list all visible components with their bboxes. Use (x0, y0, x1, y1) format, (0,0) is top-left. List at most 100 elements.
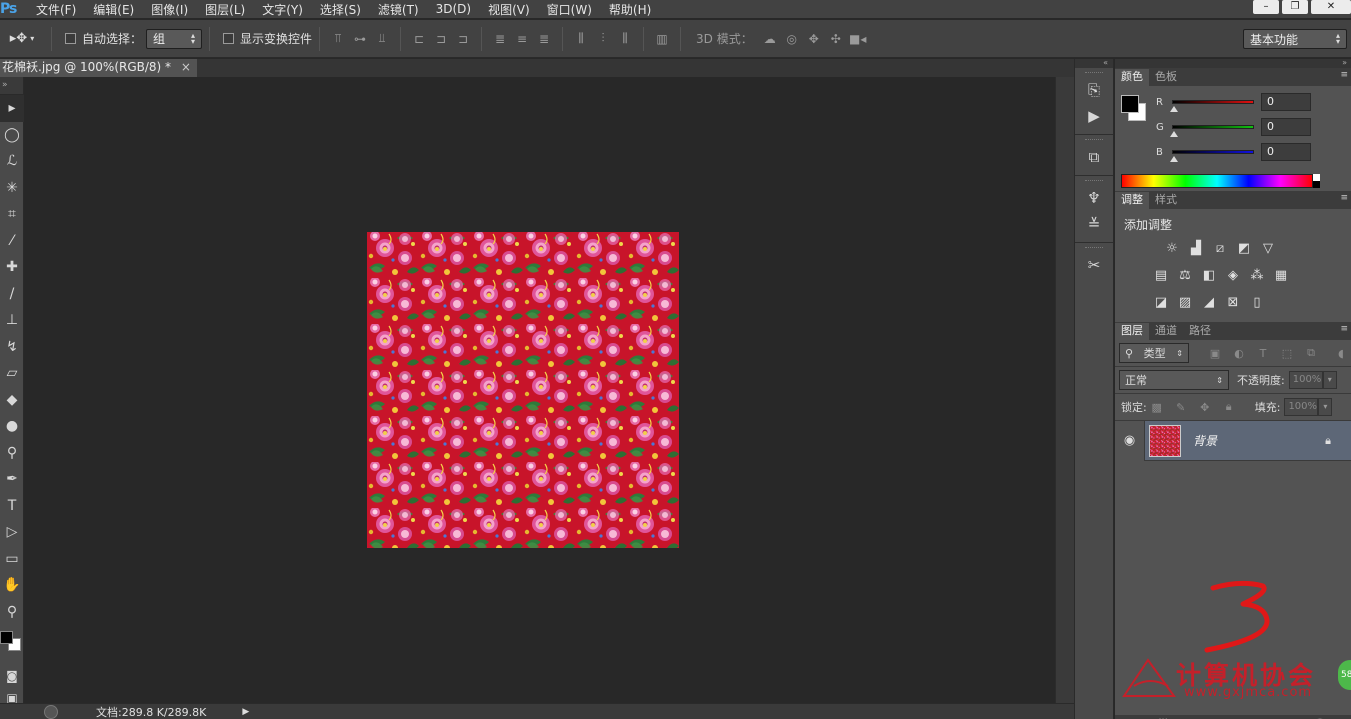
blur-tool-icon[interactable]: ● (0, 413, 24, 440)
menu-3d[interactable]: 3D(D) (436, 2, 471, 16)
brightness-icon[interactable]: ☼ (1163, 240, 1181, 256)
document-image[interactable] (367, 232, 679, 548)
lock-pixels-icon[interactable]: ✎ (1173, 399, 1189, 415)
filter-adjustment-icon[interactable]: ◐ (1231, 345, 1247, 361)
workspace-dropdown[interactable]: 基本功能 ▴ ▾ (1243, 29, 1347, 49)
tab-paths[interactable]: 路径 (1183, 323, 1217, 340)
foreground-color-swatch[interactable] (1121, 95, 1139, 113)
tab-color[interactable]: 颜色 (1115, 69, 1149, 86)
brush-panel-icon[interactable]: ≚ (1075, 211, 1113, 237)
collapse-toolbar-icon[interactable]: » (0, 77, 23, 95)
show-transform-checkbox[interactable] (223, 33, 235, 44)
opacity-dropdown-icon[interactable]: ▾ (1322, 371, 1337, 389)
orbit-3d-icon[interactable]: ☁ (760, 29, 780, 49)
lasso-tool-icon[interactable]: ℒ (0, 148, 24, 175)
menu-window[interactable]: 窗口(W) (547, 1, 592, 18)
dodge-tool-icon[interactable]: ⚲ (0, 440, 24, 467)
hand-tool-icon[interactable]: ✋ (0, 572, 24, 599)
marquee-tool-icon[interactable]: ◯ (0, 122, 24, 149)
crop-tool-icon[interactable]: ⌗ (0, 201, 24, 228)
collapse-dock-icon[interactable]: « (1075, 59, 1113, 68)
tool-presets-icon[interactable]: ✂ (1075, 252, 1113, 278)
actions-panel-icon[interactable]: ▶ (1075, 103, 1113, 129)
color-lookup-icon[interactable]: ▦ (1272, 267, 1290, 283)
tool-preset-picker[interactable]: ▸✥ ▾ (0, 27, 44, 51)
vibrance-icon[interactable]: ▽ (1259, 240, 1277, 256)
align-vcenter-icon[interactable]: ⊶ (350, 29, 370, 49)
close-button[interactable]: ✕ (1311, 0, 1351, 14)
distribute-bottom-icon[interactable]: ≣ (534, 29, 554, 49)
exposure-icon[interactable]: ◩ (1235, 240, 1253, 256)
zoom-level-icon[interactable] (44, 704, 58, 719)
menu-file[interactable]: 文件(F) (36, 1, 76, 18)
properties-panel-icon[interactable]: ⧉ (1075, 144, 1113, 170)
move-tool-icon[interactable]: ▸ (0, 95, 24, 122)
lock-all-icon[interactable]: 🔒︎ (1221, 399, 1237, 415)
eraser-tool-icon[interactable]: ▱ (0, 360, 24, 387)
invert-icon[interactable]: ◪ (1152, 294, 1170, 310)
brush-tool-icon[interactable]: / (0, 281, 24, 308)
g-value-field[interactable]: 0 (1261, 118, 1311, 136)
curves-icon[interactable]: ⧄ (1211, 240, 1229, 256)
b-value-field[interactable]: 0 (1261, 143, 1311, 161)
fill-field[interactable]: 100% (1284, 398, 1319, 416)
panels-scrollbar[interactable] (1339, 59, 1351, 719)
align-right-icon[interactable]: ⊐ (453, 29, 473, 49)
tab-swatches[interactable]: 色板 (1149, 69, 1183, 86)
distribute-hcenter-icon[interactable]: ⫶ (593, 29, 613, 49)
magic-wand-tool-icon[interactable]: ✳ (0, 175, 24, 202)
menu-filter[interactable]: 滤镜(T) (378, 1, 419, 18)
zoom-tool-icon[interactable]: ⚲ (0, 599, 24, 626)
distribute-vcenter-icon[interactable]: ≡ (512, 29, 532, 49)
scale-3d-icon[interactable]: ■◂ (848, 29, 868, 49)
history-brush-tool-icon[interactable]: ↯ (0, 334, 24, 361)
b-slider[interactable] (1170, 150, 1254, 162)
close-tab-icon[interactable]: × (181, 60, 191, 74)
filter-shape-icon[interactable]: ⬚ (1279, 345, 1295, 361)
tab-layers[interactable]: 图层 (1115, 323, 1149, 340)
layer-thumbnail[interactable] (1149, 424, 1181, 457)
auto-select-checkbox[interactable] (65, 33, 76, 44)
path-selection-tool-icon[interactable]: ▷ (0, 519, 24, 546)
drag-3d-icon[interactable]: ✥ (804, 29, 824, 49)
color-balance-icon[interactable]: ⚖ (1176, 267, 1194, 283)
b-slider-knob[interactable] (1170, 156, 1178, 162)
vertical-scrollbar[interactable] (1055, 77, 1074, 703)
black-white-swatch[interactable] (1313, 174, 1320, 188)
menu-help[interactable]: 帮助(H) (609, 1, 651, 18)
pen-tool-icon[interactable]: ✒ (0, 466, 24, 493)
distribute-right-icon[interactable]: ⫼ (615, 29, 635, 49)
menu-image[interactable]: 图像(I) (151, 1, 188, 18)
color-spectrum-bar[interactable] (1121, 174, 1313, 188)
lock-position-icon[interactable]: ✥ (1197, 399, 1213, 415)
collapse-panels-icon[interactable]: » (1115, 59, 1351, 68)
photo-filter-icon[interactable]: ◈ (1224, 267, 1242, 283)
selective-color-icon[interactable]: ⊠ (1224, 294, 1242, 310)
levels-icon[interactable]: ▟ (1187, 240, 1205, 256)
clone-stamp-tool-icon[interactable]: ⊥ (0, 307, 24, 334)
paint-bucket-tool-icon[interactable]: ◆ (0, 387, 24, 414)
healing-brush-tool-icon[interactable]: ✚ (0, 254, 24, 281)
history-panel-icon[interactable]: ⎘ (1075, 77, 1113, 103)
document-tab[interactable]: 花棉袄.jpg @ 100%(RGB/8) * × (0, 59, 197, 77)
r-value-field[interactable]: 0 (1261, 93, 1311, 111)
slide-3d-icon[interactable]: ✣ (826, 29, 846, 49)
menu-layer[interactable]: 图层(L) (205, 1, 245, 18)
align-hcenter-icon[interactable]: ⊐ (431, 29, 451, 49)
align-top-icon[interactable]: ⫪ (328, 29, 348, 49)
tab-styles[interactable]: 样式 (1149, 192, 1183, 209)
menu-type[interactable]: 文字(Y) (262, 1, 303, 18)
eyedropper-tool-icon[interactable]: ⁄ (0, 228, 24, 255)
tab-channels[interactable]: 通道 (1149, 323, 1183, 340)
hue-saturation-icon[interactable]: ▤ (1152, 267, 1170, 283)
rectangle-tool-icon[interactable]: ▭ (0, 546, 24, 573)
opacity-field[interactable]: 100% (1288, 371, 1323, 389)
menu-edit[interactable]: 编辑(E) (93, 1, 134, 18)
menu-select[interactable]: 选择(S) (320, 1, 361, 18)
auto-align-icon[interactable]: ▥ (652, 29, 672, 49)
roll-3d-icon[interactable]: ◎ (782, 29, 802, 49)
layer-filter-dropdown[interactable]: ⚲ 类型 ⇕ (1119, 343, 1189, 363)
lock-transparent-icon[interactable]: ▩ (1149, 399, 1165, 415)
fill-dropdown-icon[interactable]: ▾ (1318, 398, 1333, 416)
black-white-icon[interactable]: ◧ (1200, 267, 1218, 283)
